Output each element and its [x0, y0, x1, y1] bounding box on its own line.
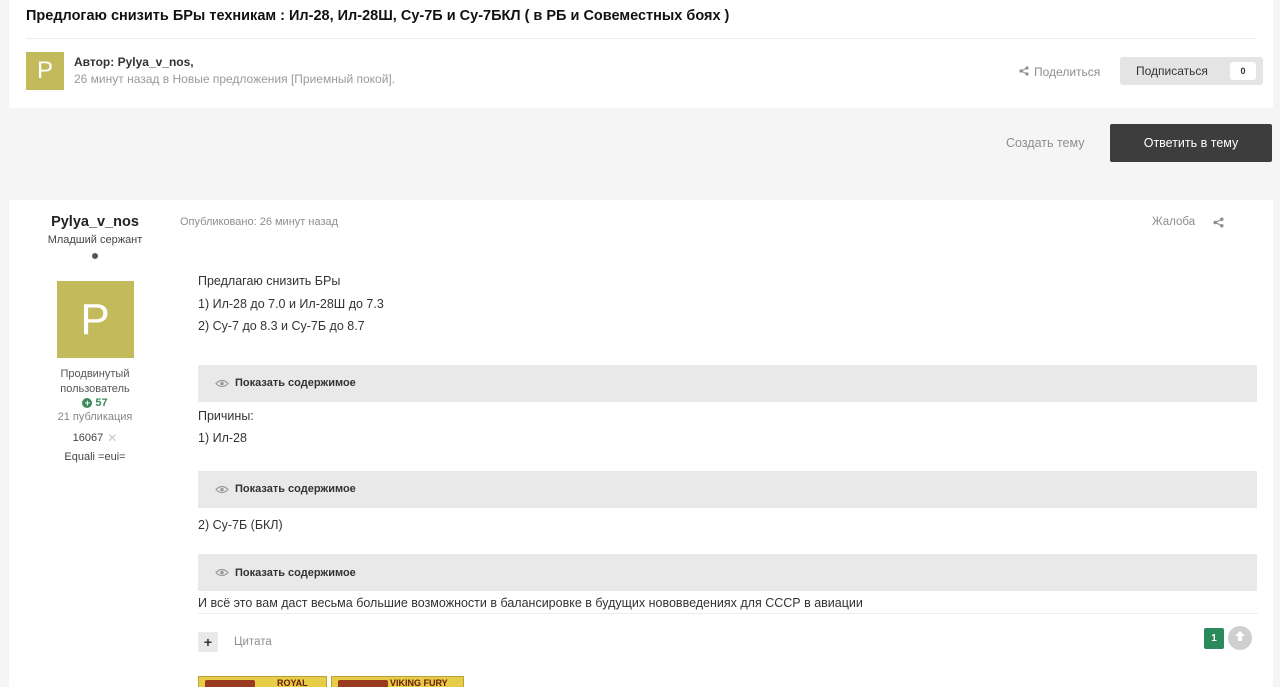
quote-link[interactable]: Цитата — [234, 636, 272, 648]
eye-icon — [215, 568, 229, 577]
battles-count: 16067 — [72, 432, 104, 444]
spoiler-label: Показать содержимое — [235, 566, 356, 579]
spoiler-toggle[interactable]: Показать содержимое — [198, 554, 1257, 591]
topic-title: Предлогаю снизить БРы техникам : Ил-28, … — [26, 8, 730, 24]
follow-label: Подписаться — [1136, 64, 1208, 78]
signature-badge: ROYAL — [198, 676, 327, 687]
post-content: Предлагаю снизить БРы 1) Ил-28 до 7.0 и … — [198, 270, 1258, 615]
reaction-count[interactable]: 1 — [1204, 628, 1224, 649]
follow-button[interactable]: Подписаться 0 — [1120, 57, 1263, 85]
post-text-line: 1) Ил-28 до 7.0 и Ил-28Ш до 7.3 — [198, 296, 384, 311]
post-date[interactable]: Опубликовано: 26 минут назад — [180, 216, 338, 228]
post-text-line: И всё это вам даст весьма большие возмож… — [198, 596, 863, 610]
author-avatar[interactable]: P — [26, 52, 64, 90]
eye-icon — [215, 485, 229, 494]
follow-count: 0 — [1230, 62, 1256, 80]
avatar[interactable]: P — [56, 281, 134, 358]
tank-icon — [205, 680, 255, 687]
post-text-line: 1) Ил-28 — [198, 431, 247, 445]
badge-label: ROYAL — [277, 678, 308, 687]
reputation-value: 57 — [95, 397, 108, 409]
topic-meta: 26 минут назад в Новые предложения [Прие… — [74, 72, 396, 86]
eye-icon — [215, 379, 229, 388]
create-topic-link[interactable]: Создать тему — [1006, 136, 1085, 150]
reply-button[interactable]: Ответить в тему — [1110, 124, 1272, 162]
post: Pylya_v_nos Младший сержант P Продвинуты… — [9, 200, 1273, 687]
topic-author[interactable]: Автор: Pylya_v_nos, — [74, 55, 194, 69]
share-icon — [1019, 65, 1029, 79]
tank-icon — [338, 680, 388, 687]
spoiler-label: Показать содержимое — [235, 377, 356, 389]
post-footer-divider — [198, 613, 1258, 614]
post-text-line: 2) Су-7 до 8.3 и Су-7Б до 8.7 — [198, 319, 365, 333]
spoiler-toggle[interactable]: Показать содержимое — [198, 470, 1257, 508]
spoiler-label: Показать содержимое — [235, 483, 356, 495]
arrow-up-icon — [1233, 629, 1247, 648]
share-label: Поделиться — [1034, 65, 1101, 79]
topic-header: Предлогаю снизить БРы техникам : Ил-28, … — [9, 0, 1273, 108]
author-rank: Младший сержант — [47, 234, 143, 246]
post-text-line: Предлагаю снизить БРы — [198, 274, 341, 288]
reputation: + 57 — [9, 397, 181, 409]
battles: 16067 ✕ — [9, 431, 181, 445]
post-author-panel: Pylya_v_nos Младший сержант P Продвинуты… — [9, 200, 181, 463]
author-name[interactable]: Pylya_v_nos — [9, 214, 181, 230]
scroll-up-button[interactable] — [1228, 626, 1252, 650]
signature-badge: VIKING FURY — [331, 676, 464, 687]
post-text-line: 2) Су-7Б (БКЛ) — [198, 517, 283, 532]
report-link[interactable]: Жалоба — [1152, 216, 1195, 228]
post-text-line: Причины: — [198, 408, 254, 423]
crossed-swords-icon: ✕ — [107, 431, 118, 445]
author-signature: Equali =eui= — [64, 451, 126, 463]
multiquote-button[interactable]: + — [198, 632, 218, 652]
share-icon[interactable] — [1213, 215, 1224, 233]
header-divider — [26, 38, 1256, 39]
badge-label: VIKING FURY — [390, 678, 448, 687]
posts-count: 21 публикация — [57, 411, 133, 423]
author-group: Продвинутый пользователь — [60, 368, 130, 395]
spoiler-toggle[interactable]: Показать содержимое — [198, 364, 1257, 402]
plus-circle-icon: + — [82, 398, 93, 408]
share-button[interactable]: Поделиться — [1019, 65, 1100, 79]
online-status-icon — [92, 253, 98, 259]
